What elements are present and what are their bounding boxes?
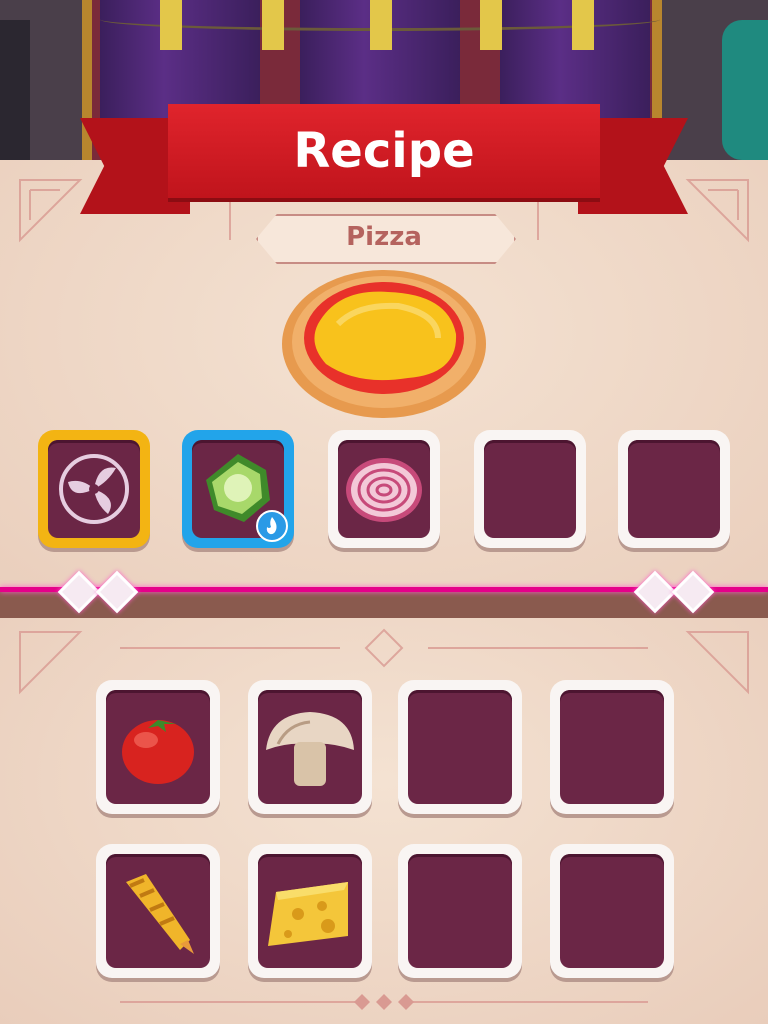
bunting-flag [572, 0, 594, 50]
bunting-flag [160, 0, 182, 50]
mushroom-icon [266, 712, 354, 786]
recipe-slot-4[interactable] [474, 430, 586, 548]
bunting-flag [262, 0, 284, 50]
fire-icon [256, 510, 288, 542]
bunting-flag [370, 0, 392, 50]
ingredient-slot-7[interactable] [398, 844, 522, 978]
page-title: Recipe [293, 123, 475, 179]
recipe-slot-1[interactable] [38, 430, 150, 548]
fan-icon [59, 454, 129, 524]
recipe-slot-5[interactable] [618, 430, 730, 548]
ingredient-slot-8[interactable] [550, 844, 674, 978]
recipe-name: Pizza [346, 222, 422, 252]
tomato-icon [122, 720, 194, 784]
cheese-icon [268, 882, 348, 946]
recipe-slot-3[interactable] [328, 430, 440, 548]
ingredient-slot-1[interactable] [96, 680, 220, 814]
ingredient-slot-3[interactable] [398, 680, 522, 814]
ingredient-slot-4[interactable] [550, 680, 674, 814]
ingredient-slot-6[interactable] [248, 844, 372, 978]
onion-icon [346, 458, 422, 522]
ingredient-slot-2[interactable] [248, 680, 372, 814]
pizza-icon [282, 270, 486, 418]
bunting-flag [480, 0, 502, 50]
recipe-slot-2[interactable] [182, 430, 294, 548]
corn-icon [126, 874, 194, 954]
ingredient-slot-5[interactable] [96, 844, 220, 978]
teal-prop [722, 20, 768, 160]
shelf-prop [0, 20, 30, 160]
